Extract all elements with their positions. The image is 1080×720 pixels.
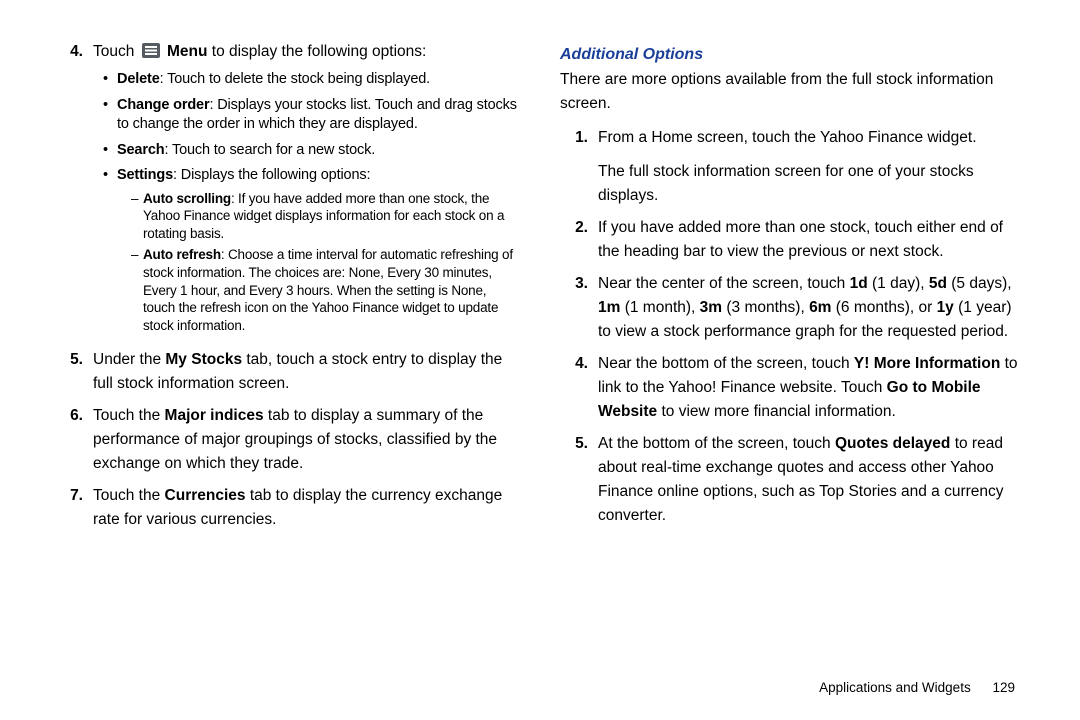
menu-icon	[142, 43, 160, 58]
text-run: (1 day),	[868, 275, 929, 292]
intro-paragraph: There are more options available from th…	[560, 68, 1025, 116]
page-footer: Applications and Widgets 129	[819, 680, 1015, 695]
bullet-item: Change order: Displays your stocks list.…	[103, 96, 520, 135]
dash-item: Auto refresh: Choose a time interval for…	[131, 246, 520, 334]
text-run: 1y	[937, 299, 954, 316]
step-body: Under the My Stocks tab, touch a stock e…	[93, 348, 520, 396]
step-body: From a Home screen, touch the Yahoo Fina…	[598, 126, 1025, 208]
text-run: (3 months),	[722, 299, 809, 316]
step-body: Near the center of the screen, touch 1d …	[598, 272, 1025, 344]
numbered-step: 2.If you have added more than one stock,…	[560, 216, 1025, 264]
step-body: Near the bottom of the screen, touch Y! …	[598, 352, 1025, 424]
bullet-item: Settings: Displays the following options…	[103, 166, 520, 334]
bullet-item: Delete: Touch to delete the stock being …	[103, 70, 520, 90]
text-run: If you have added more than one stock, t…	[598, 219, 1003, 260]
step-number: 4.	[55, 40, 93, 340]
text-run: Touch the	[93, 487, 165, 504]
text-run: Major indices	[165, 407, 264, 424]
step-body: If you have added more than one stock, t…	[598, 216, 1025, 264]
step-number: 2.	[560, 216, 598, 264]
numbered-step: 4.Touch Menu to display the following op…	[55, 40, 520, 340]
text-run: 1d	[850, 275, 868, 292]
bullet-label: Settings	[117, 167, 173, 183]
text-run: Under the	[93, 351, 165, 368]
numbered-step: 5.Under the My Stocks tab, touch a stock…	[55, 348, 520, 396]
text-run: My Stocks	[165, 351, 242, 368]
bullet-item: Search: Touch to search for a new stock.	[103, 141, 520, 161]
bullet-label: Delete	[117, 71, 160, 87]
text-run: 5d	[929, 275, 947, 292]
dash-item: Auto scrolling: If you have added more t…	[131, 190, 520, 243]
dash-list: Auto scrolling: If you have added more t…	[117, 190, 520, 334]
step-number: 6.	[55, 404, 93, 476]
numbered-step: 7.Touch the Currencies tab to display th…	[55, 484, 520, 532]
text-run: (5 days),	[947, 275, 1012, 292]
numbered-step: 6.Touch the Major indices tab to display…	[55, 404, 520, 476]
step-number: 1.	[560, 126, 598, 208]
step-number: 4.	[560, 352, 598, 424]
numbered-step: 3.Near the center of the screen, touch 1…	[560, 272, 1025, 344]
step-number: 3.	[560, 272, 598, 344]
step-result: The full stock information screen for on…	[598, 160, 1025, 208]
text-run: Near the center of the screen, touch	[598, 275, 850, 292]
menu-label: Menu	[167, 43, 207, 60]
dash-label: Auto scrolling	[143, 191, 231, 206]
step-number: 7.	[55, 484, 93, 532]
section-heading: Additional Options	[560, 46, 1025, 64]
text-run: Quotes delayed	[835, 435, 950, 452]
text-run: 6m	[809, 299, 831, 316]
numbered-step: 4.Near the bottom of the screen, touch Y…	[560, 352, 1025, 424]
text-run: From a Home screen, touch the Yahoo Fina…	[598, 129, 977, 146]
text-run: At the bottom of the screen, touch	[598, 435, 835, 452]
bullet-label: Search	[117, 142, 164, 158]
numbered-step: 5.At the bottom of the screen, touch Quo…	[560, 432, 1025, 528]
bullet-list: Delete: Touch to delete the stock being …	[93, 70, 520, 334]
text-run: Y! More Information	[854, 355, 1000, 372]
text-run: 3m	[700, 299, 722, 316]
footer-section: Applications and Widgets	[819, 680, 971, 695]
left-column: 4.Touch Menu to display the following op…	[55, 40, 520, 540]
step-body: Touch Menu to display the following opti…	[93, 40, 520, 340]
text-run: (6 months), or	[831, 299, 936, 316]
text-run: to view more financial information.	[657, 403, 896, 420]
step-number: 5.	[55, 348, 93, 396]
bullet-label: Change order	[117, 97, 209, 113]
step-body: At the bottom of the screen, touch Quote…	[598, 432, 1025, 528]
step-number: 5.	[560, 432, 598, 528]
numbered-step: 1.From a Home screen, touch the Yahoo Fi…	[560, 126, 1025, 208]
text-run: Near the bottom of the screen, touch	[598, 355, 854, 372]
step-body: Touch the Currencies tab to display the …	[93, 484, 520, 532]
right-column: Additional Options There are more option…	[560, 40, 1025, 540]
step-body: Touch the Major indices tab to display a…	[93, 404, 520, 476]
footer-page-number: 129	[992, 680, 1015, 695]
text-run: Currencies	[165, 487, 246, 504]
text-run: Touch the	[93, 407, 165, 424]
text-run: (1 month),	[620, 299, 699, 316]
dash-label: Auto refresh	[143, 247, 221, 262]
text-run: 1m	[598, 299, 620, 316]
